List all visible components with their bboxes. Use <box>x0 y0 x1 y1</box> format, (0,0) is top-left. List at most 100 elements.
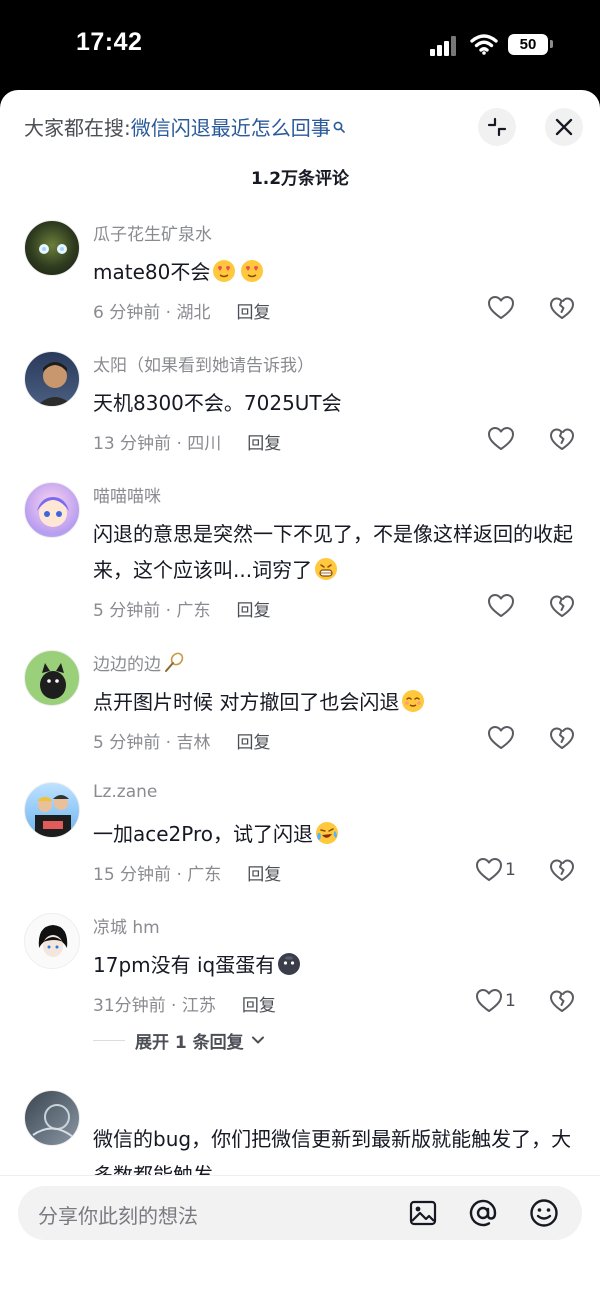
comment-author-name: 边边的边 <box>93 655 161 675</box>
minimize-icon <box>487 117 507 137</box>
reply-button[interactable]: 回复 <box>247 865 281 885</box>
comment-text: 闪退的意思是突然一下不见了，不是像这样返回的收起来，这个应该叫...词穷了 <box>93 516 573 588</box>
comment-author[interactable]: 凉城 hm <box>93 913 160 938</box>
composer-bar: 分享你此刻的想法 <box>0 1175 600 1300</box>
status-time: 17:42 <box>76 28 143 56</box>
broken-heart-icon[interactable] <box>549 858 575 884</box>
emoji-icon[interactable] <box>529 1198 559 1228</box>
like-button[interactable]: 1 <box>475 987 535 1015</box>
comments-sheet: 大家都在搜:微信闪退最近怎么回事 1.2万条评论 瓜子花生矿泉水 mate80不… <box>0 90 600 1300</box>
comment-meta: 13 分钟前 · 四川 回复 <box>93 434 282 454</box>
search-icon <box>333 121 345 133</box>
like-button[interactable] <box>487 592 547 620</box>
comment-meta: 15 分钟前 · 广东 回复 <box>93 865 282 885</box>
avatar[interactable] <box>24 782 80 838</box>
avatar[interactable] <box>24 482 80 538</box>
comment-meta: 5 分钟前 · 吉林 回复 <box>93 733 271 753</box>
avatar[interactable] <box>24 220 80 276</box>
comment-text: 17pm没有 iq蛋蛋有 <box>93 947 573 983</box>
at-icon[interactable] <box>468 1198 498 1228</box>
like-count: 1 <box>505 860 516 880</box>
face-with-heart-eyes-icon <box>213 260 236 282</box>
badminton-icon <box>165 652 184 672</box>
comment-time: 6 分钟前 <box>93 303 161 323</box>
like-count: 1 <box>505 991 516 1011</box>
face-with-heart-eyes-icon <box>241 260 264 282</box>
comment-time: 5 分钟前 <box>93 601 161 621</box>
avatar[interactable] <box>24 351 80 407</box>
chevron-down-icon <box>251 1036 264 1044</box>
cellular-signal-icon <box>430 36 462 56</box>
expand-divider <box>93 1039 125 1041</box>
comment-text: 天机8300不会。7025UT会 <box>93 391 342 415</box>
battery-tip <box>550 40 553 48</box>
like-button[interactable] <box>487 724 547 752</box>
comment-item: 瓜子花生矿泉水 mate80不会 6 分钟前 · 湖北 回复 <box>0 220 600 330</box>
search-query[interactable]: 微信闪退最近怎么回事 <box>131 116 331 140</box>
broken-heart-icon[interactable] <box>549 427 575 453</box>
comment-count: 1.2万条评论 <box>250 169 350 189</box>
comment-location: 四川 <box>187 434 222 454</box>
image-icon[interactable] <box>408 1198 438 1228</box>
comment-location: 湖北 <box>176 303 211 323</box>
comment-time: 31分钟前 <box>93 996 166 1016</box>
reply-button[interactable]: 回复 <box>236 303 270 323</box>
avatar[interactable] <box>24 1090 80 1146</box>
broken-heart-icon[interactable] <box>549 296 575 322</box>
status-bar: 17:42 50 <box>0 0 600 90</box>
heart-icon <box>488 726 514 749</box>
reply-button[interactable]: 回复 <box>236 733 270 753</box>
broken-heart-icon[interactable] <box>549 594 575 620</box>
crying-laughing-face-icon <box>316 822 339 844</box>
comment-item: 凉城 hm 17pm没有 iq蛋蛋有 31分钟前 · 江苏 回复 1 <box>0 913 600 1023</box>
comment-author[interactable]: 太阳（如果看到她请告诉我） <box>93 351 314 376</box>
heart-icon <box>488 594 514 617</box>
like-button[interactable] <box>487 425 547 453</box>
comment-author[interactable]: 瓜子花生矿泉水 <box>93 220 212 245</box>
comment-text: 一加ace2Pro，试了闪退 <box>93 816 573 852</box>
dark-face-icon <box>278 953 301 975</box>
heart-icon <box>476 989 502 1012</box>
comment-item: Lz.zane 一加ace2Pro，试了闪退 15 分钟前 · 广东 回复 1 <box>0 782 600 892</box>
like-button[interactable]: 1 <box>475 856 535 884</box>
reply-button[interactable]: 回复 <box>236 601 270 621</box>
heart-icon <box>488 427 514 450</box>
comment-text-body: 一加ace2Pro，试了闪退 <box>93 822 314 846</box>
comment-text-body: 点开图片时候 对方撤回了也会闪退 <box>93 690 400 714</box>
grinning-face-icon <box>315 558 338 580</box>
close-button[interactable] <box>545 108 583 146</box>
comment-location: 江苏 <box>181 996 216 1016</box>
comment-time: 5 分钟前 <box>93 733 161 753</box>
expand-replies-button[interactable]: 展开 1 条回复 <box>93 1026 266 1054</box>
comment-author[interactable]: 边边的边 <box>93 650 185 675</box>
comment-location: 广东 <box>176 601 211 621</box>
comment-item: 边边的边 点开图片时候 对方撤回了也会闪退 5 分钟前 · 吉林 回复 <box>0 650 600 760</box>
reply-button[interactable]: 回复 <box>242 996 276 1016</box>
comment-text: mate80不会 <box>93 254 573 290</box>
close-icon <box>555 118 573 136</box>
comment-author[interactable]: Lz.zane <box>93 782 157 802</box>
broken-heart-icon[interactable] <box>549 726 575 752</box>
comment-location: 吉林 <box>176 733 211 753</box>
minimize-button[interactable] <box>478 108 516 146</box>
relieved-face-icon <box>402 690 425 712</box>
broken-heart-icon[interactable] <box>549 989 575 1015</box>
comment-location: 广东 <box>187 865 222 885</box>
comment-text: 点开图片时候 对方撤回了也会闪退 <box>93 684 573 720</box>
comment-input[interactable]: 分享你此刻的想法 <box>18 1186 582 1240</box>
search-prefix: 大家都在搜: <box>24 116 131 140</box>
comment-item: 喵喵喵咪 闪退的意思是突然一下不见了，不是像这样返回的收起来，这个应该叫...词… <box>0 482 600 627</box>
battery-icon: 50 <box>508 34 548 55</box>
avatar[interactable] <box>24 650 80 706</box>
heart-icon <box>476 858 502 881</box>
comment-time: 13 分钟前 <box>93 434 172 454</box>
comment-time: 15 分钟前 <box>93 865 172 885</box>
avatar[interactable] <box>24 913 80 969</box>
reply-button[interactable]: 回复 <box>247 434 281 454</box>
comment-meta: 6 分钟前 · 湖北 回复 <box>93 303 271 323</box>
comment-text-body: 17pm没有 iq蛋蛋有 <box>93 953 276 977</box>
trending-search-link[interactable]: 大家都在搜:微信闪退最近怎么回事 <box>24 114 345 142</box>
comment-item: 太阳（如果看到她请告诉我） 天机8300不会。7025UT会 13 分钟前 · … <box>0 351 600 461</box>
comment-author[interactable]: 喵喵喵咪 <box>93 482 161 507</box>
like-button[interactable] <box>487 294 547 322</box>
